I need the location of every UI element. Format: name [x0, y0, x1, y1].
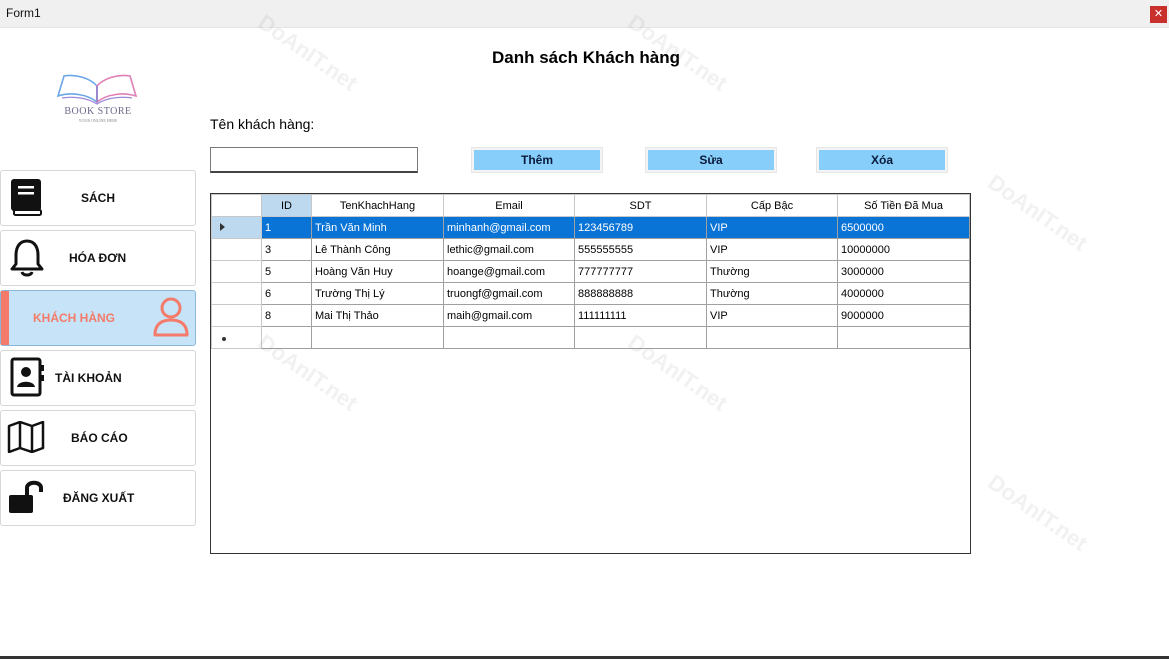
table-cell[interactable]: 8	[261, 304, 312, 327]
watermark: DoAnIT.net	[983, 469, 1092, 556]
table-cell[interactable]: Mai Thị Thảo	[311, 304, 444, 327]
table-cell[interactable]: minhanh@gmail.com	[443, 216, 575, 239]
new-row-icon	[222, 336, 226, 341]
window-titlebar: Form1 ✕	[0, 0, 1169, 28]
bookstore-logo: BOOK STORE YOUR ONLINE HERE	[52, 72, 142, 123]
table-cell[interactable]: 6500000	[837, 216, 970, 239]
customer-table: ID TenKhachHang Email SDT Cấp Bậc Số Tiề…	[211, 194, 970, 349]
table-cell[interactable]: VIP	[706, 304, 838, 327]
customer-name-input[interactable]	[210, 147, 418, 173]
table-header-row: ID TenKhachHang Email SDT Cấp Bậc Số Tiề…	[211, 194, 970, 217]
window-title: Form1	[6, 6, 41, 20]
table-cell[interactable]: Thường	[706, 282, 838, 305]
table-cell[interactable]: 9000000	[837, 304, 970, 327]
delete-button[interactable]: Xóa	[816, 147, 948, 173]
table-cell[interactable]	[837, 326, 970, 349]
sidebar-item-customers[interactable]: KHÁCH HÀNG	[0, 290, 196, 346]
row-header[interactable]	[211, 282, 262, 305]
table-cell[interactable]: 4000000	[837, 282, 970, 305]
table-cell[interactable]	[311, 326, 444, 349]
sidebar-item-reports[interactable]: BÁO CÁO	[0, 410, 196, 466]
edit-button[interactable]: Sửa	[645, 147, 777, 173]
sidebar-item-label: TÀI KHOẢN	[55, 371, 122, 385]
table-cell[interactable]: lethic@gmail.com	[443, 238, 575, 261]
table-cell[interactable]: 888888888	[574, 282, 707, 305]
sidebar-item-accounts[interactable]: TÀI KHOẢN	[0, 350, 196, 406]
column-header-name[interactable]: TenKhachHang	[311, 194, 444, 217]
current-row-icon	[220, 222, 225, 231]
sidebar-item-label: ĐĂNG XUẤT	[63, 491, 135, 505]
table-cell[interactable]: Trường Thị Lý	[311, 282, 444, 305]
table-cell[interactable]: VIP	[706, 216, 838, 239]
column-header-id[interactable]: ID	[261, 194, 312, 217]
table-cell[interactable]: 1	[261, 216, 312, 239]
table-cell[interactable]: Lê Thành Công	[311, 238, 444, 261]
row-header[interactable]	[211, 304, 262, 327]
table-cell[interactable]: 555555555	[574, 238, 707, 261]
table-row[interactable]: 3 Lê Thành Công lethic@gmail.com 5555555…	[211, 238, 970, 261]
sidebar-item-label: BÁO CÁO	[71, 431, 128, 445]
table-cell[interactable]: Thường	[706, 260, 838, 283]
watermark: DoAnIT.net	[983, 169, 1092, 256]
column-header-email[interactable]: Email	[443, 194, 575, 217]
table-cell[interactable]: Trần Văn Minh	[311, 216, 444, 239]
table-cell[interactable]: 6	[261, 282, 312, 305]
table-row[interactable]: 6 Trường Thị Lý truongf@gmail.com 888888…	[211, 282, 970, 305]
row-header[interactable]	[211, 260, 262, 283]
table-cell[interactable]: 3000000	[837, 260, 970, 283]
logo-brand-text: BOOK STORE	[64, 106, 132, 117]
sidebar-item-invoices[interactable]: HÓA ĐƠN	[0, 230, 196, 286]
customer-data-grid[interactable]: ID TenKhachHang Email SDT Cấp Bậc Số Tiề…	[210, 193, 971, 554]
map-icon	[7, 421, 45, 453]
column-header-level[interactable]: Cấp Bậc	[706, 194, 838, 217]
close-button[interactable]: ✕	[1150, 6, 1167, 23]
table-cell[interactable]: 3	[261, 238, 312, 261]
table-cell[interactable]: 10000000	[837, 238, 970, 261]
column-header-amount[interactable]: Số Tiền Đã Mua	[837, 194, 970, 217]
row-header-corner	[211, 194, 262, 217]
table-cell[interactable]: maih@gmail.com	[443, 304, 575, 327]
open-book-logo-icon	[56, 74, 138, 105]
logo-tagline: YOUR ONLINE HERE	[78, 118, 118, 123]
table-cell[interactable]	[443, 326, 575, 349]
contact-book-icon	[10, 357, 44, 397]
sidebar-item-label: KHÁCH HÀNG	[33, 311, 115, 325]
table-row[interactable]: 1 Trần Văn Minh minhanh@gmail.com 123456…	[211, 216, 970, 239]
table-cell[interactable]	[261, 326, 312, 349]
table-cell[interactable]: 123456789	[574, 216, 707, 239]
table-cell[interactable]	[706, 326, 838, 349]
row-header[interactable]	[211, 326, 262, 349]
table-cell[interactable]: hoange@gmail.com	[443, 260, 575, 283]
table-cell[interactable]: VIP	[706, 238, 838, 261]
sidebar-item-label: SÁCH	[81, 191, 116, 205]
table-cell[interactable]: 777777777	[574, 260, 707, 283]
unlock-icon	[9, 480, 43, 513]
sidebar-item-logout[interactable]: ĐĂNG XUẤT	[0, 470, 196, 526]
table-row[interactable]: 8 Mai Thị Thảo maih@gmail.com 111111111 …	[211, 304, 970, 327]
row-header[interactable]	[211, 216, 262, 239]
add-button[interactable]: Thêm	[471, 147, 603, 173]
column-header-phone[interactable]: SDT	[574, 194, 707, 217]
table-cell[interactable]: Hoàng Văn Huy	[311, 260, 444, 283]
table-row[interactable]: 5 Hoàng Văn Huy hoange@gmail.com 7777777…	[211, 260, 970, 283]
table-cell[interactable]: truongf@gmail.com	[443, 282, 575, 305]
sidebar-item-books[interactable]: SÁCH	[0, 170, 196, 226]
bell-icon	[10, 239, 44, 277]
row-header[interactable]	[211, 238, 262, 261]
table-cell[interactable]: 111111111	[574, 304, 707, 327]
sidebar-item-label: HÓA ĐƠN	[69, 251, 127, 265]
new-row[interactable]	[211, 326, 970, 349]
table-cell[interactable]: 5	[261, 260, 312, 283]
table-cell[interactable]	[574, 326, 707, 349]
page-title: Danh sách Khách hàng	[492, 48, 680, 67]
user-icon	[153, 297, 189, 337]
book-icon	[11, 179, 42, 216]
customer-name-label: Tên khách hàng:	[210, 116, 315, 132]
